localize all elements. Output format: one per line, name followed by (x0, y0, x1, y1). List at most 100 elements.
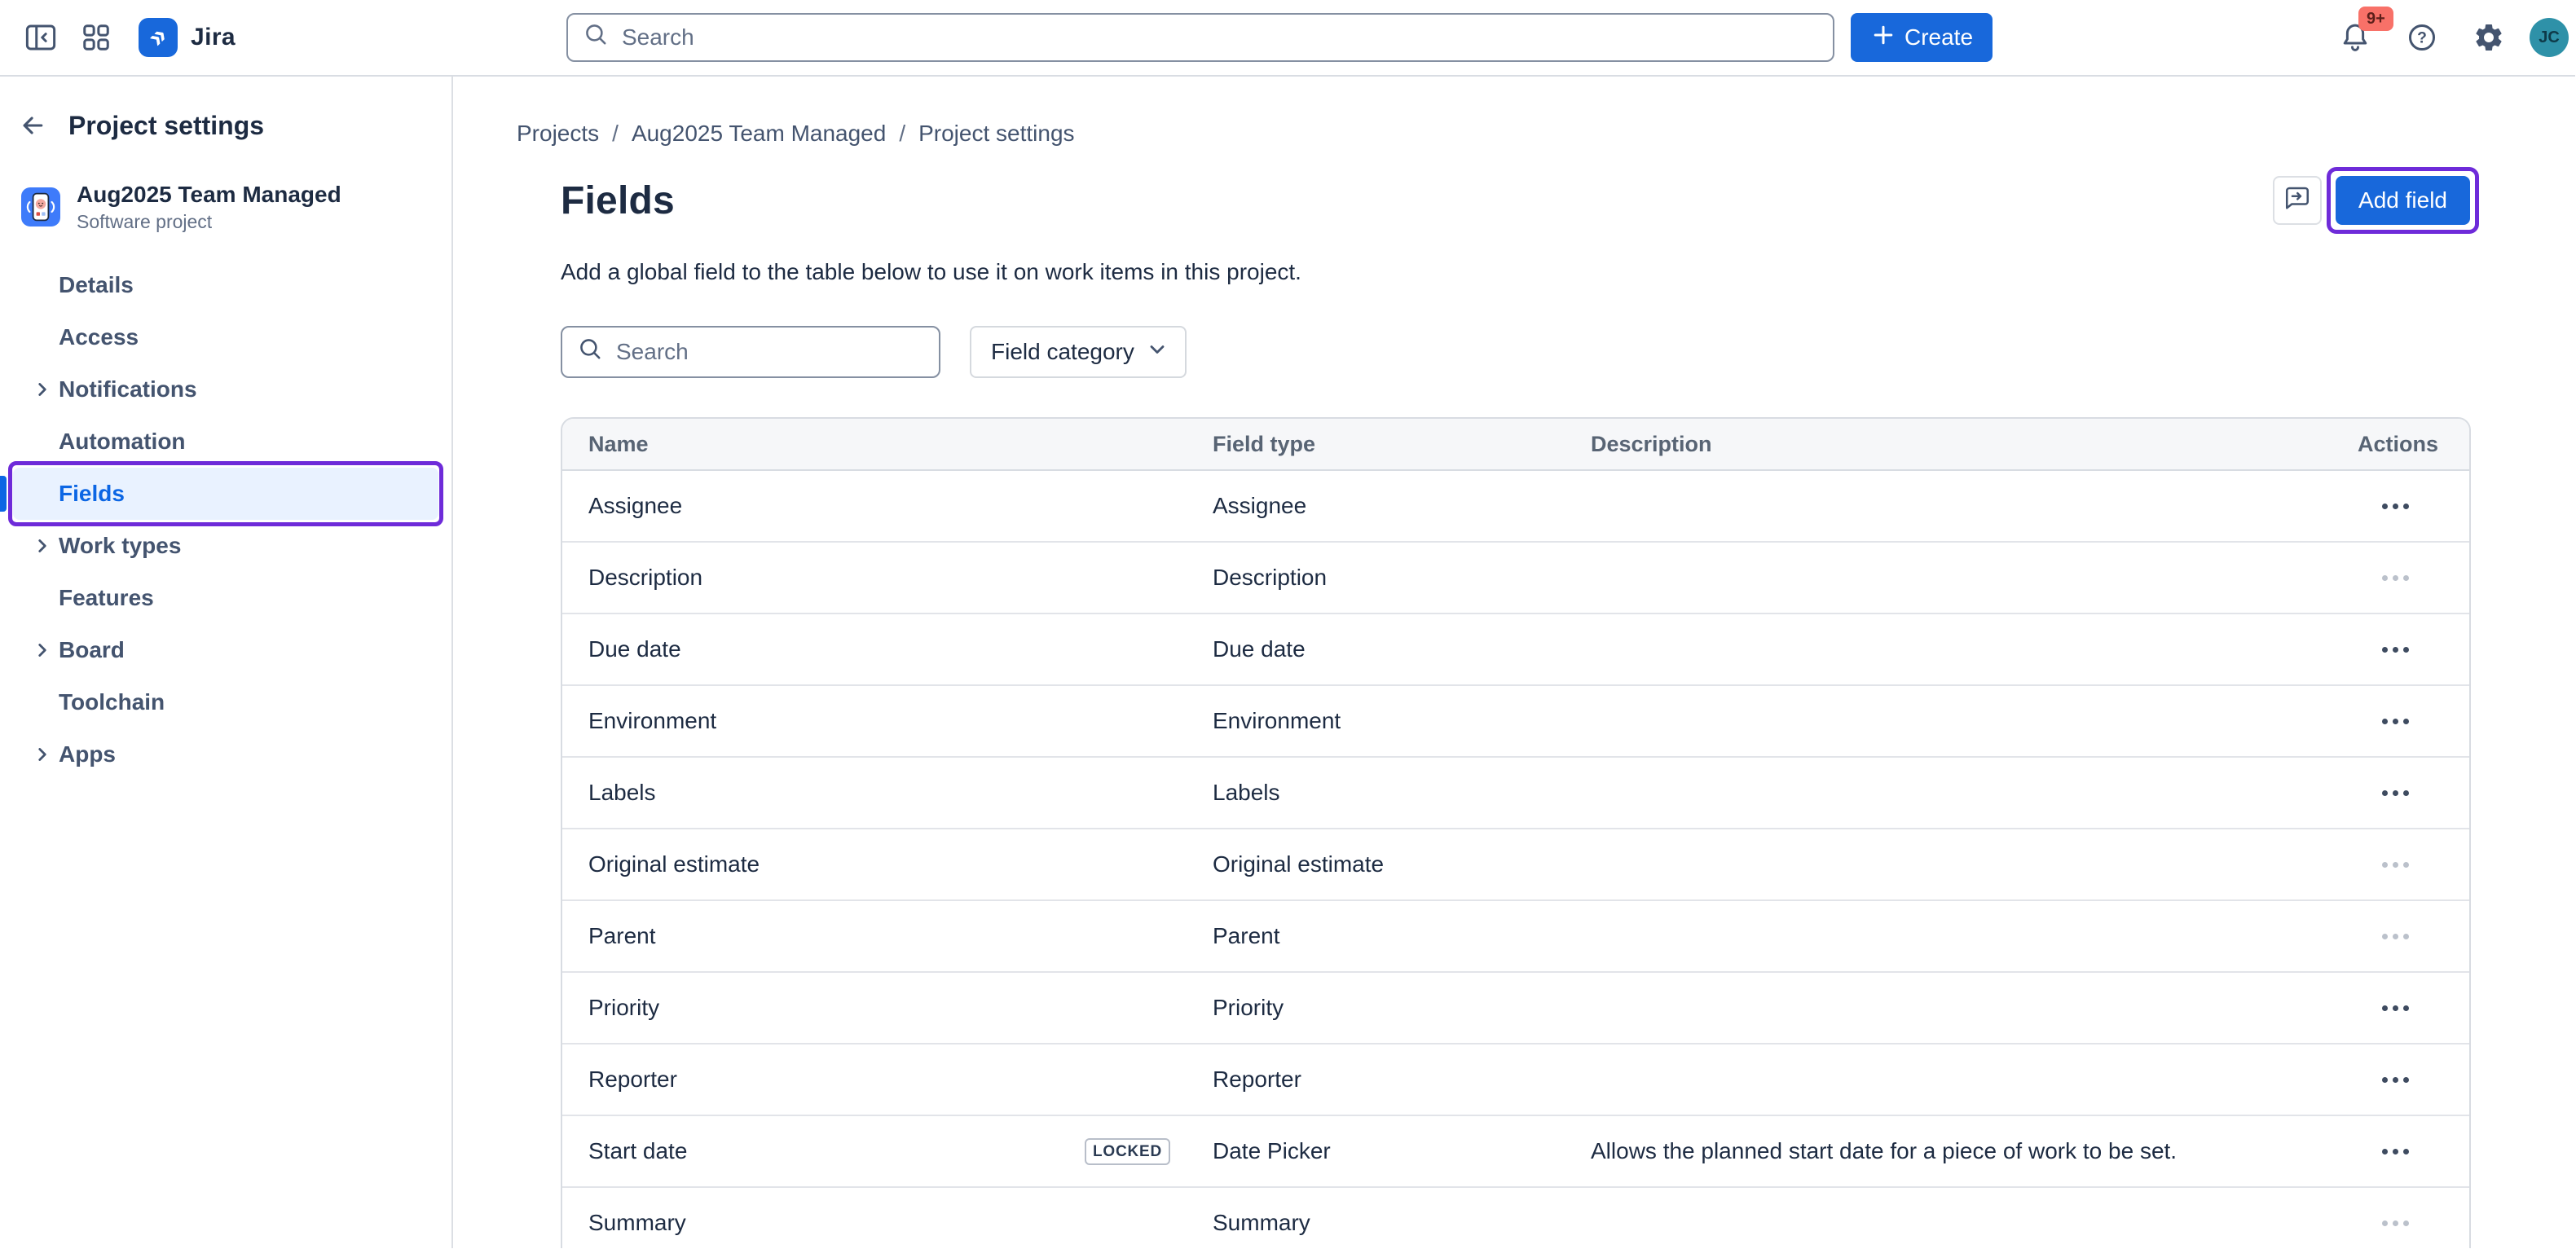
jira-app: » Jira Create 9+ ? (0, 0, 2575, 1248)
profile-avatar[interactable]: JC (2530, 18, 2569, 57)
more-options-button[interactable] (2372, 1067, 2419, 1093)
sidebar-item-label: Work types (59, 533, 181, 559)
table-row-assignee: Assignee Assignee (562, 471, 2469, 543)
global-search-input[interactable] (619, 23, 1818, 52)
more-options-button[interactable] (2372, 637, 2419, 662)
global-search-box[interactable] (566, 13, 1834, 62)
chevron-right-icon (26, 376, 59, 402)
more-options-button[interactable] (2372, 565, 2419, 591)
breadcrumb-separator: / (899, 119, 905, 148)
sidebar-item-work-types[interactable]: Work types (13, 520, 438, 572)
page-inner: Fields Add field Add a global field to t… (517, 165, 2575, 1248)
page-title: Fields (561, 178, 675, 223)
feedback-icon (2283, 183, 2312, 218)
sidebar-toggle-button[interactable] (15, 11, 67, 64)
more-options-icon (2382, 934, 2388, 939)
field-type: Description (1213, 565, 1327, 591)
field-type: Reporter (1213, 1066, 1301, 1093)
field-category-label: Field category (991, 339, 1134, 365)
back-button[interactable] (10, 103, 55, 148)
project-settings-sidebar: Project settings Aug2025 Team Managed So… (0, 77, 453, 1248)
search-icon (583, 21, 609, 54)
more-options-button[interactable] (2372, 709, 2419, 734)
settings-button[interactable] (2463, 11, 2515, 64)
project-name: Aug2025 Team Managed (77, 181, 341, 209)
field-name: Due date (588, 636, 681, 662)
breadcrumb-projects[interactable]: Projects (517, 119, 599, 148)
sidebar-item-automation[interactable]: Automation (13, 416, 438, 468)
more-options-button[interactable] (2372, 1139, 2419, 1164)
fields-search-input[interactable] (613, 337, 924, 367)
gear-icon (2473, 21, 2505, 54)
navbar-right-cluster: 9+ ? JC (2329, 11, 2572, 64)
field-name: Environment (588, 708, 716, 734)
more-options-icon (2382, 1149, 2388, 1154)
more-options-button[interactable] (2372, 494, 2419, 519)
more-options-button[interactable] (2372, 996, 2419, 1021)
sidebar-item-label: Automation (59, 429, 186, 455)
page-header: Fields Add field (561, 165, 2471, 236)
table-row-due-date: Due date Due date (562, 614, 2469, 686)
more-options-button[interactable] (2372, 1211, 2419, 1236)
sidebar-item-label: Fields (59, 481, 125, 507)
app-name: Jira (191, 24, 236, 51)
help-button[interactable]: ? (2396, 11, 2448, 64)
field-type: Parent (1213, 923, 1280, 949)
sidebar-item-label: Apps (59, 741, 116, 767)
sidebar-item-features[interactable]: Features (13, 572, 438, 624)
more-options-button[interactable] (2372, 924, 2419, 949)
breadcrumb-project-settings[interactable]: Project settings (918, 119, 1074, 148)
sidebar-header: Project settings (0, 96, 451, 155)
field-name: Reporter (588, 1066, 677, 1093)
feedback-button[interactable] (2273, 176, 2322, 225)
breadcrumb: Projects / Aug2025 Team Managed / Projec… (517, 119, 2575, 148)
plus-icon (1870, 22, 1896, 54)
sidebar-item-access[interactable]: Access (13, 311, 438, 363)
page-description: Add a global field to the table below to… (561, 256, 2471, 288)
chevron-right-icon (26, 741, 59, 767)
sidebar-item-details[interactable]: Details (13, 259, 438, 311)
app-switcher-button[interactable] (70, 11, 122, 64)
more-options-icon (2382, 1220, 2388, 1226)
avatar-initials: JC (2539, 29, 2560, 47)
field-type: Assignee (1213, 493, 1306, 519)
field-category-dropdown[interactable]: Field category (970, 326, 1187, 378)
sidebar-item-fields[interactable]: Fields (13, 468, 438, 520)
more-options-button[interactable] (2372, 781, 2419, 806)
field-type: Due date (1213, 636, 1306, 662)
more-options-icon (2382, 719, 2388, 724)
create-button[interactable]: Create (1851, 13, 1993, 62)
notifications-button[interactable]: 9+ (2329, 11, 2381, 64)
table-row-summary: Summary Summary (562, 1188, 2469, 1248)
create-button-label: Create (1904, 24, 1973, 51)
field-type: Original estimate (1213, 851, 1384, 877)
chevron-right-icon (26, 533, 59, 559)
column-header-field-type: Field type (1187, 432, 1565, 457)
add-field-button[interactable]: Add field (2336, 176, 2470, 225)
project-avatar (21, 187, 60, 226)
column-header-description: Description (1565, 432, 2321, 457)
sidebar-item-apps[interactable]: Apps (13, 728, 438, 781)
sidebar-item-board[interactable]: Board (13, 624, 438, 676)
project-info: Aug2025 Team Managed Software project (0, 155, 451, 246)
arrow-left-icon (18, 111, 47, 140)
header-actions: Add field (2273, 167, 2479, 234)
more-options-button[interactable] (2372, 852, 2419, 877)
breadcrumb-project[interactable]: Aug2025 Team Managed (632, 119, 886, 148)
table-row-labels: Labels Labels (562, 758, 2469, 829)
notification-badge: 9+ (2358, 7, 2393, 31)
jira-brand: » Jira (139, 18, 236, 57)
page-body: Project settings Aug2025 Team Managed So… (0, 77, 2575, 1248)
field-name: Priority (588, 995, 659, 1021)
more-options-icon (2382, 1005, 2388, 1011)
chevron-right-icon (26, 637, 59, 663)
table-row-original-estimate: Original estimate Original estimate (562, 829, 2469, 901)
column-header-actions: Actions (2321, 432, 2469, 457)
field-description: Allows the planned start date for a piec… (1591, 1138, 2177, 1164)
sidebar-item-toolchain[interactable]: Toolchain (13, 676, 438, 728)
locked-badge: LOCKED (1085, 1138, 1170, 1165)
sidebar-item-notifications[interactable]: Notifications (13, 363, 438, 416)
sidebar-item-label: Features (59, 585, 154, 611)
fields-search-box[interactable] (561, 326, 940, 378)
table-row-environment: Environment Environment (562, 686, 2469, 758)
